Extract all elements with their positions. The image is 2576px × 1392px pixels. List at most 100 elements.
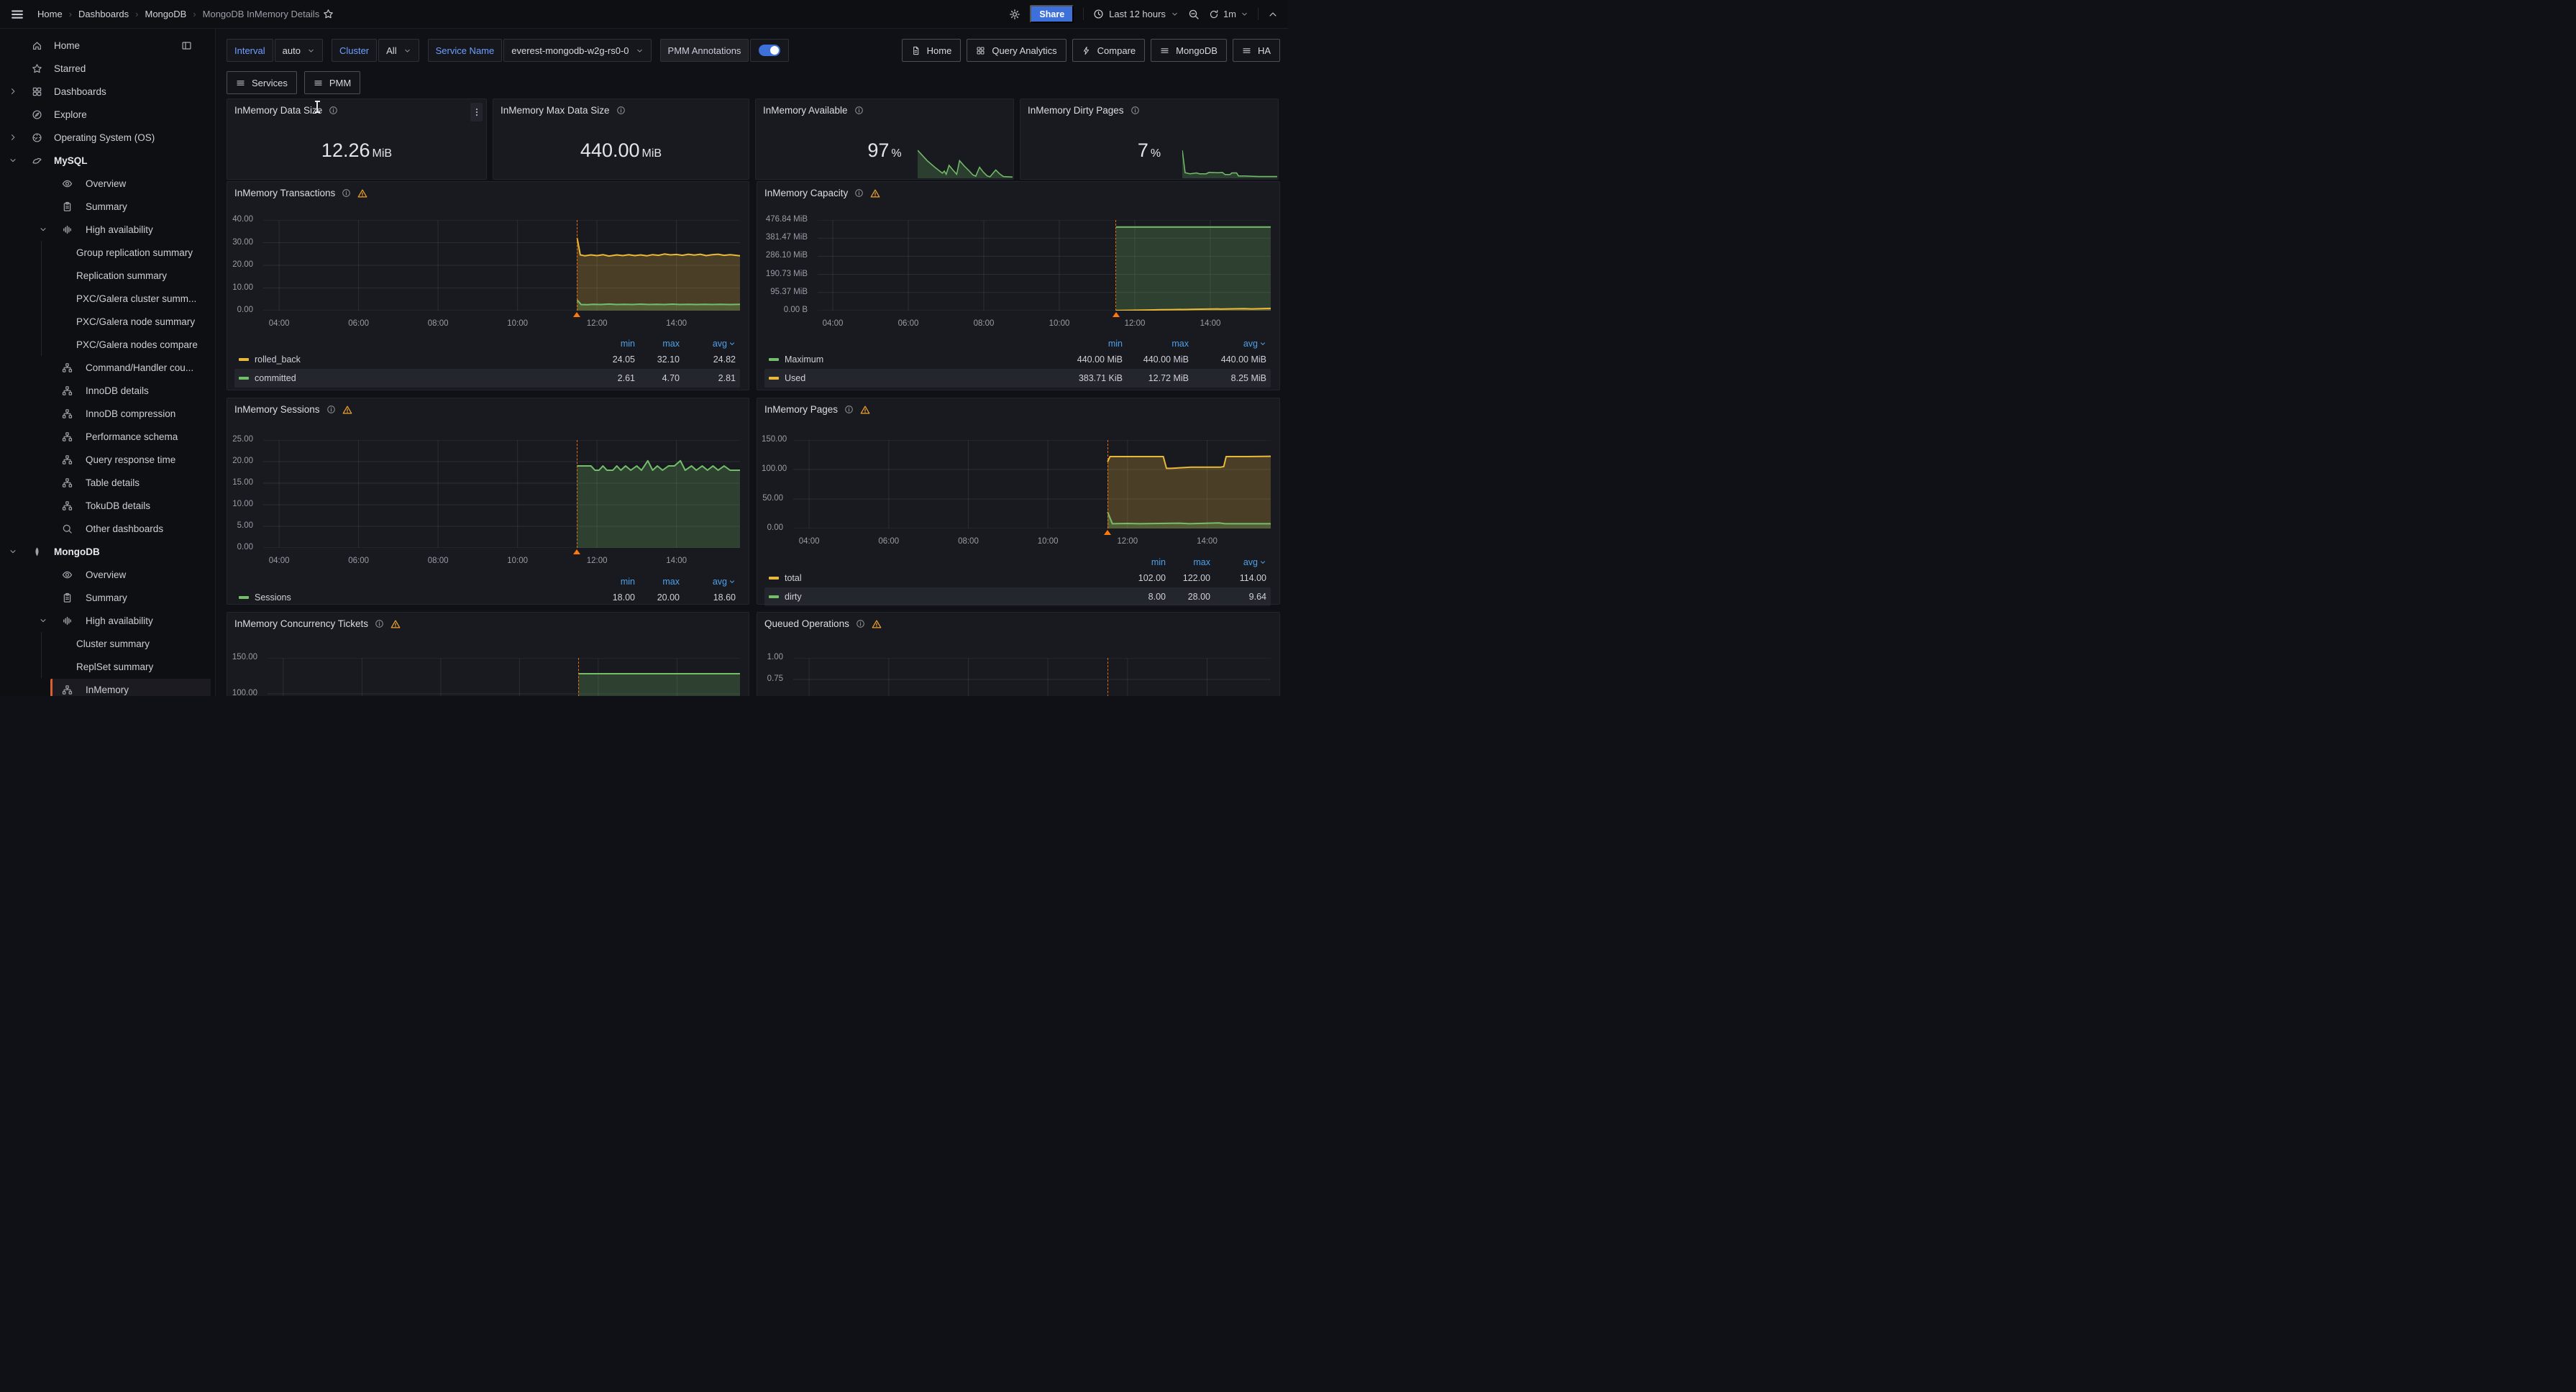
panel-title[interactable]: InMemory Pages xyxy=(764,404,838,415)
panel-left-icon[interactable] xyxy=(181,40,192,51)
variable-value-dropdown[interactable]: everest-mongodb-w2g-rs0-0 xyxy=(503,39,651,62)
chevron-down-icon[interactable] xyxy=(39,225,47,234)
chevron-down-icon[interactable] xyxy=(9,547,17,556)
breadcrumb-item-mongodb-inmemory-details[interactable]: MongoDB InMemory Details xyxy=(203,9,320,19)
sidebar-item-command-handler-cou[interactable]: Command/Handler cou... xyxy=(0,356,215,379)
legend-series-name[interactable]: Sessions xyxy=(239,592,590,603)
legend-sort-max[interactable]: max xyxy=(1123,339,1189,349)
panel-title[interactable]: InMemory Concurrency Tickets xyxy=(234,618,368,629)
refresh-picker[interactable]: 1m xyxy=(1209,9,1248,19)
legend-sort-min[interactable]: min xyxy=(1056,339,1123,349)
variable-label[interactable]: Interval xyxy=(227,39,273,62)
panel-title[interactable]: InMemory Sessions xyxy=(234,404,320,415)
sidebar-item-other-dashboards[interactable]: Other dashboards xyxy=(0,517,215,540)
sidebar-item-explore[interactable]: Explore xyxy=(0,103,215,126)
annotation-marker[interactable] xyxy=(1104,530,1111,535)
warning-icon[interactable] xyxy=(860,405,870,415)
ha-button[interactable]: HA xyxy=(1233,39,1280,62)
info-icon[interactable] xyxy=(856,619,865,628)
sidebar-item-overview[interactable]: Overview xyxy=(0,563,215,586)
chart-canvas[interactable] xyxy=(268,658,740,696)
info-icon[interactable] xyxy=(616,106,626,115)
panel-title[interactable]: InMemory Data Size xyxy=(234,105,322,116)
collapse-caret-up-icon[interactable] xyxy=(1268,9,1278,19)
sidebar-item-cluster-summary[interactable]: Cluster summary xyxy=(0,632,215,655)
warning-icon[interactable] xyxy=(872,619,882,629)
legend-series-name[interactable]: Maximum xyxy=(769,354,1056,365)
home-button[interactable]: Home xyxy=(902,39,962,62)
legend-series-name[interactable]: rolled_back xyxy=(239,354,590,365)
warning-icon[interactable] xyxy=(342,405,352,415)
services-button[interactable]: Services xyxy=(227,71,297,94)
chart-canvas[interactable] xyxy=(263,440,740,548)
mongodb-button[interactable]: MongoDB xyxy=(1151,39,1227,62)
legend-series-name[interactable]: committed xyxy=(239,373,590,383)
sidebar-item-mongodb[interactable]: MongoDB xyxy=(0,540,215,563)
legend-sort-max[interactable]: max xyxy=(635,577,680,587)
chart-canvas[interactable] xyxy=(263,220,740,311)
sidebar-item-replication-summary[interactable]: Replication summary xyxy=(0,264,215,287)
info-icon[interactable] xyxy=(342,188,351,198)
pmm-button[interactable]: PMM xyxy=(304,71,360,94)
info-icon[interactable] xyxy=(844,405,854,414)
variable-value-dropdown[interactable]: All xyxy=(378,39,419,62)
annotation-marker[interactable] xyxy=(573,312,580,317)
chevron-down-icon[interactable] xyxy=(39,616,47,625)
sidebar-item-replset-summary[interactable]: ReplSet summary xyxy=(0,655,215,678)
info-icon[interactable] xyxy=(854,106,864,115)
panel-title[interactable]: Queued Operations xyxy=(764,618,849,629)
info-icon[interactable] xyxy=(1131,106,1140,115)
chevron-right-icon[interactable] xyxy=(9,87,17,96)
legend-series-name[interactable]: Used xyxy=(769,373,1056,383)
sidebar-item-summary[interactable]: Summary xyxy=(0,586,215,609)
sidebar-item-overview[interactable]: Overview xyxy=(0,172,215,195)
legend-sort-max[interactable]: max xyxy=(635,339,680,349)
pmm-annotations-toggle[interactable] xyxy=(750,39,789,62)
sidebar-item-mysql[interactable]: MySQL xyxy=(0,149,215,172)
settings-gear-icon[interactable] xyxy=(1009,9,1020,20)
share-button[interactable]: Share xyxy=(1030,5,1074,23)
breadcrumb-item-dashboards[interactable]: Dashboards xyxy=(78,9,129,19)
legend-sort-min[interactable]: min xyxy=(590,339,635,349)
menu-toggle-icon[interactable] xyxy=(10,7,24,22)
variable-label[interactable]: Service Name xyxy=(428,39,503,62)
chart-canvas[interactable] xyxy=(793,658,1271,696)
warning-icon[interactable] xyxy=(870,188,880,198)
panel-menu-kebab-icon[interactable] xyxy=(470,103,483,122)
sidebar-item-innodb-compression[interactable]: InnoDB compression xyxy=(0,402,215,425)
chevron-right-icon[interactable] xyxy=(9,133,17,142)
panel-title[interactable]: InMemory Capacity xyxy=(764,188,848,198)
panel-title[interactable]: InMemory Dirty Pages xyxy=(1028,105,1124,116)
variable-value-dropdown[interactable]: auto xyxy=(275,39,323,62)
legend-series-name[interactable]: dirty xyxy=(769,592,1121,602)
legend-sort-avg[interactable]: avg xyxy=(1189,339,1266,349)
warning-icon[interactable] xyxy=(357,188,367,198)
sidebar-item-tokudb-details[interactable]: TokuDB details xyxy=(0,494,215,517)
breadcrumb-item-mongodb[interactable]: MongoDB xyxy=(145,9,186,19)
legend-sort-min[interactable]: min xyxy=(1121,557,1166,567)
warning-icon[interactable] xyxy=(390,619,401,629)
sidebar-item-table-details[interactable]: Table details xyxy=(0,471,215,494)
zoom-out-icon[interactable] xyxy=(1188,9,1200,20)
info-icon[interactable] xyxy=(329,106,338,115)
compare-button[interactable]: Compare xyxy=(1072,39,1145,62)
breadcrumb-item-home[interactable]: Home xyxy=(37,9,63,19)
annotation-marker[interactable] xyxy=(1113,312,1120,317)
sidebar-item-inmemory[interactable]: InMemory xyxy=(0,678,215,696)
sidebar-item-pxc-galera-node-summary[interactable]: PXC/Galera node summary xyxy=(0,310,215,333)
chart-canvas[interactable] xyxy=(793,440,1271,528)
sidebar-item-query-response-time[interactable]: Query response time xyxy=(0,448,215,471)
legend-series-name[interactable]: total xyxy=(769,573,1121,583)
sidebar-item-group-replication-summary[interactable]: Group replication summary xyxy=(0,241,215,264)
panel-title[interactable]: InMemory Available xyxy=(763,105,848,116)
query-analytics-button[interactable]: Query Analytics xyxy=(967,39,1066,62)
panel-title[interactable]: InMemory Transactions xyxy=(234,188,335,198)
legend-sort-avg[interactable]: avg xyxy=(680,577,736,587)
sidebar-item-high-availability[interactable]: High availability xyxy=(0,218,215,241)
legend-sort-avg[interactable]: avg xyxy=(680,339,736,349)
legend-sort-avg[interactable]: avg xyxy=(1210,557,1266,567)
legend-sort-max[interactable]: max xyxy=(1166,557,1210,567)
info-icon[interactable] xyxy=(326,405,336,414)
variable-label[interactable]: Cluster xyxy=(332,39,377,62)
legend-sort-min[interactable]: min xyxy=(590,577,635,587)
